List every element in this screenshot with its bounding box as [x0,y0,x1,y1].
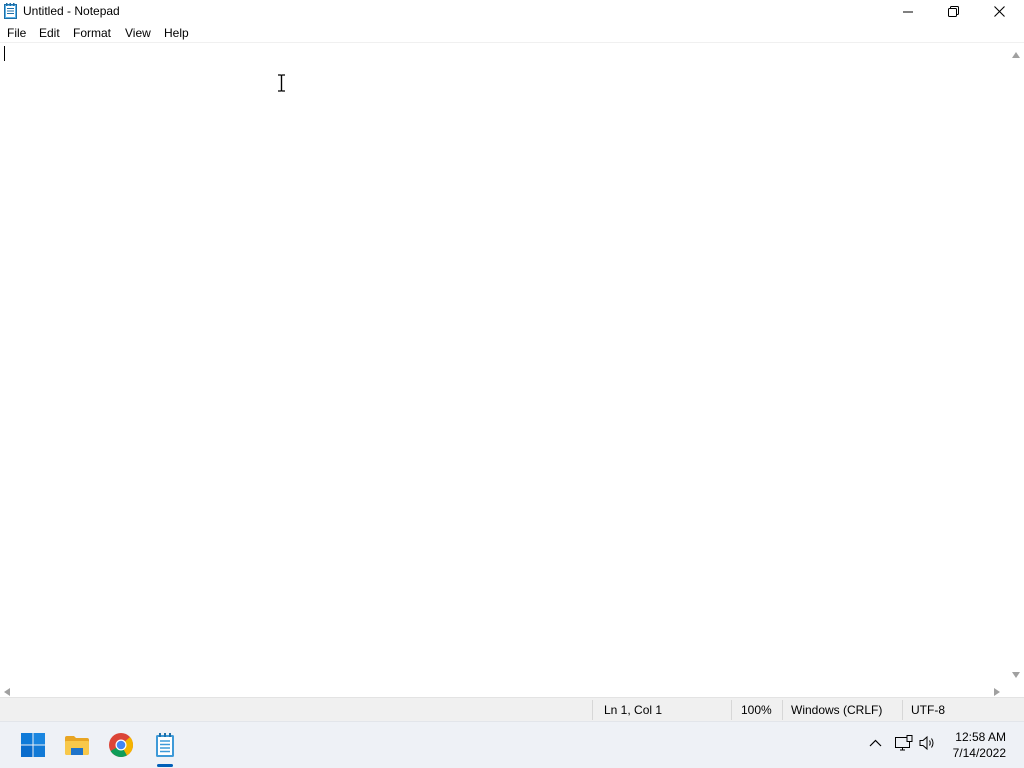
close-icon [993,6,1005,17]
scrollbar-corner [1008,681,1024,697]
menu-bar: File Edit Format View Help [0,23,1024,42]
text-editor[interactable] [0,43,1008,681]
chevron-up-icon[interactable] [869,736,882,750]
taskbar: 12:58 AM 7/14/2022 [0,721,1024,768]
menu-format[interactable]: Format [73,26,111,40]
text-caret [4,46,5,61]
network-icon[interactable] [895,735,913,754]
ibeam-cursor-icon [276,74,287,92]
title-bar[interactable]: Untitled - Notepad [0,0,1024,23]
horizontal-scrollbar[interactable] [0,681,1008,697]
clock-date[interactable]: 7/14/2022 [944,746,1006,760]
file-explorer-icon[interactable] [64,732,90,758]
menu-file[interactable]: File [7,26,26,40]
maximize-button[interactable] [930,0,976,23]
status-divider [782,700,783,720]
status-line-ending: Windows (CRLF) [791,703,883,717]
window-title: Untitled - Notepad [23,4,120,18]
status-position: Ln 1, Col 1 [604,703,663,717]
minimize-button[interactable] [885,0,931,23]
windows-start-icon[interactable] [20,732,46,758]
notepad-icon [4,3,17,19]
minimize-icon [903,7,913,17]
notepad-icon[interactable] [152,732,178,758]
menu-view[interactable]: View [125,26,151,40]
clock-time[interactable]: 12:58 AM [944,730,1006,744]
status-divider [731,700,732,720]
status-zoom: 100% [741,703,772,717]
status-bar: Ln 1, Col 1 100% Windows (CRLF) UTF-8 [0,697,1024,721]
scroll-up-icon[interactable] [1012,47,1020,61]
vertical-scrollbar[interactable] [1008,43,1024,681]
scroll-down-icon[interactable] [1012,667,1020,681]
menu-edit[interactable]: Edit [39,26,60,40]
close-button[interactable] [976,0,1022,23]
chrome-icon[interactable] [108,732,134,758]
active-app-indicator [157,764,173,767]
menu-help[interactable]: Help [164,26,189,40]
volume-icon[interactable] [919,735,937,754]
status-divider [592,700,593,720]
restore-icon [947,6,959,17]
status-divider [902,700,903,720]
status-encoding: UTF-8 [911,703,945,717]
